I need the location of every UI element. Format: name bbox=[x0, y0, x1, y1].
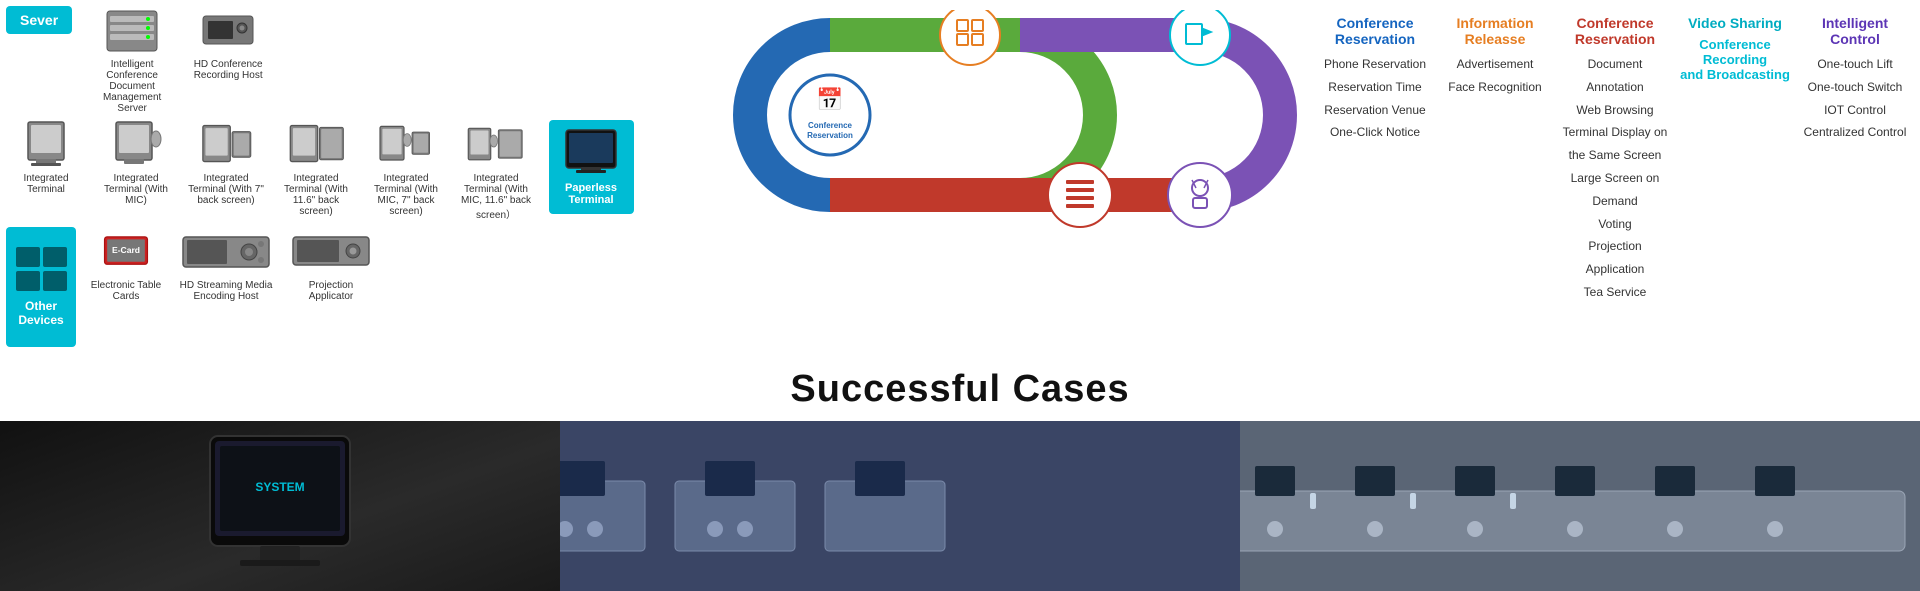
device-label: Intelligent Conference Document Manageme… bbox=[92, 59, 172, 114]
server-label: Sever bbox=[6, 6, 72, 34]
video-sharing-column: Video Sharing Conference Recordingand Br… bbox=[1675, 10, 1795, 93]
feature-name: Information Releasse bbox=[1440, 15, 1550, 47]
conference-reservation-2-column: ConferenceReservation Document Annotatio… bbox=[1555, 10, 1675, 309]
device-item: E-Card Electronic Table Cards bbox=[86, 227, 166, 302]
device-label: Integrated Terminal (With MIC, 11.6" bac… bbox=[456, 173, 536, 221]
other-devices-badge: Other Devices bbox=[6, 227, 76, 347]
terminal-mic7-icon bbox=[376, 120, 436, 170]
encoding-host-icon bbox=[181, 227, 271, 277]
feature-name: Conference Reservation bbox=[1320, 15, 1430, 47]
other-devices-label: Other Devices bbox=[10, 299, 72, 327]
other-device-icon4 bbox=[43, 271, 67, 291]
device-item: Projection Applicator bbox=[286, 227, 376, 302]
diagram-panel: 📅 Conference Reservation bbox=[710, 0, 1310, 260]
device-label: Integrated Terminal (With MIC, 7" back s… bbox=[366, 173, 446, 217]
projector-icon bbox=[291, 227, 371, 277]
server-icon bbox=[102, 6, 162, 56]
device-label: Integrated Terminal (With 7" back screen… bbox=[186, 173, 266, 206]
other-device-icon2 bbox=[43, 247, 67, 267]
device-item: HD Conference Recording Host bbox=[188, 6, 268, 81]
s-curve-diagram: 📅 Conference Reservation bbox=[720, 10, 1300, 250]
terminal-icon bbox=[16, 120, 76, 170]
device-label: HD Streaming Media Encoding Host bbox=[176, 280, 276, 302]
device-label: Projection Applicator bbox=[286, 280, 376, 302]
paperless-terminal: Paperless Terminal bbox=[546, 120, 636, 214]
case-images-row: SYSTEM bbox=[0, 421, 1920, 591]
device-item: Integrated Terminal (With MIC, 11.6" bac… bbox=[456, 120, 536, 221]
feature-items: Phone Reservation Reservation Time Reser… bbox=[1324, 53, 1426, 144]
device-label: Integrated Terminal (With MIC) bbox=[96, 173, 176, 206]
feature-name: Intelligent Control bbox=[1800, 15, 1910, 47]
device-label: Electronic Table Cards bbox=[86, 280, 166, 302]
paperless-icon bbox=[561, 128, 621, 178]
successful-cases-section: Successful Cases bbox=[0, 353, 1920, 421]
case-image-3 bbox=[1240, 421, 1920, 591]
case-image-1: SYSTEM bbox=[0, 421, 560, 591]
info-release-column: Information Releasse Advertisement Face … bbox=[1435, 10, 1555, 104]
device-item: Intelligent Conference Document Manageme… bbox=[92, 6, 172, 114]
feature-items: Advertisement Face Recognition bbox=[1448, 53, 1541, 99]
device-label: HD Conference Recording Host bbox=[188, 59, 268, 81]
other-device-icon3 bbox=[16, 271, 40, 291]
feature-items: Document Annotation Web Browsing Termina… bbox=[1560, 53, 1670, 304]
svg-text:Reservation: Reservation bbox=[807, 131, 853, 140]
svg-text:📅: 📅 bbox=[816, 87, 843, 112]
feature-items: One-touch Lift One-touch Switch IOT Cont… bbox=[1804, 53, 1907, 144]
feature-subtitle: Conference Recordingand Broadcasting bbox=[1680, 37, 1790, 82]
device-item: Integrated Terminal (With MIC) bbox=[96, 120, 176, 206]
svg-text:SYSTEM: SYSTEM bbox=[255, 480, 304, 494]
features-panel: Conference Reservation Phone Reservation… bbox=[1310, 0, 1920, 319]
feature-name: ConferenceReservation bbox=[1575, 15, 1655, 47]
terminal-11-icon bbox=[286, 120, 346, 170]
conference-reservation-column: Conference Reservation Phone Reservation… bbox=[1315, 10, 1435, 149]
recording-host-icon bbox=[198, 6, 258, 56]
table-card-icon: E-Card bbox=[96, 227, 156, 277]
feature-name: Video Sharing bbox=[1688, 15, 1782, 31]
svg-text:E-Card: E-Card bbox=[112, 245, 140, 255]
other-device-icon1 bbox=[16, 247, 40, 267]
devices-panel: Sever bbox=[0, 0, 710, 353]
device-item: Integrated Terminal (With MIC, 7" back s… bbox=[366, 120, 446, 217]
device-label: Integrated Terminal (With 11.6" back scr… bbox=[276, 173, 356, 217]
intelligent-control-column: Intelligent Control One-touch Lift One-t… bbox=[1795, 10, 1915, 149]
device-item: HD Streaming Media Encoding Host bbox=[176, 227, 276, 302]
terminal-7-icon bbox=[196, 120, 256, 170]
device-label: Integrated Terminal bbox=[6, 173, 86, 195]
device-item: Integrated Terminal bbox=[6, 120, 86, 195]
svg-text:Conference: Conference bbox=[808, 121, 853, 130]
device-item: Integrated Terminal (With 7" back screen… bbox=[186, 120, 266, 206]
paperless-label: Paperless Terminal bbox=[559, 182, 624, 206]
successful-cases-title: Successful Cases bbox=[0, 368, 1920, 411]
terminal-mic-icon bbox=[106, 120, 166, 170]
device-item: Integrated Terminal (With 11.6" back scr… bbox=[276, 120, 356, 217]
terminal-mic11-icon bbox=[466, 120, 526, 170]
case-image-2 bbox=[560, 421, 1240, 591]
